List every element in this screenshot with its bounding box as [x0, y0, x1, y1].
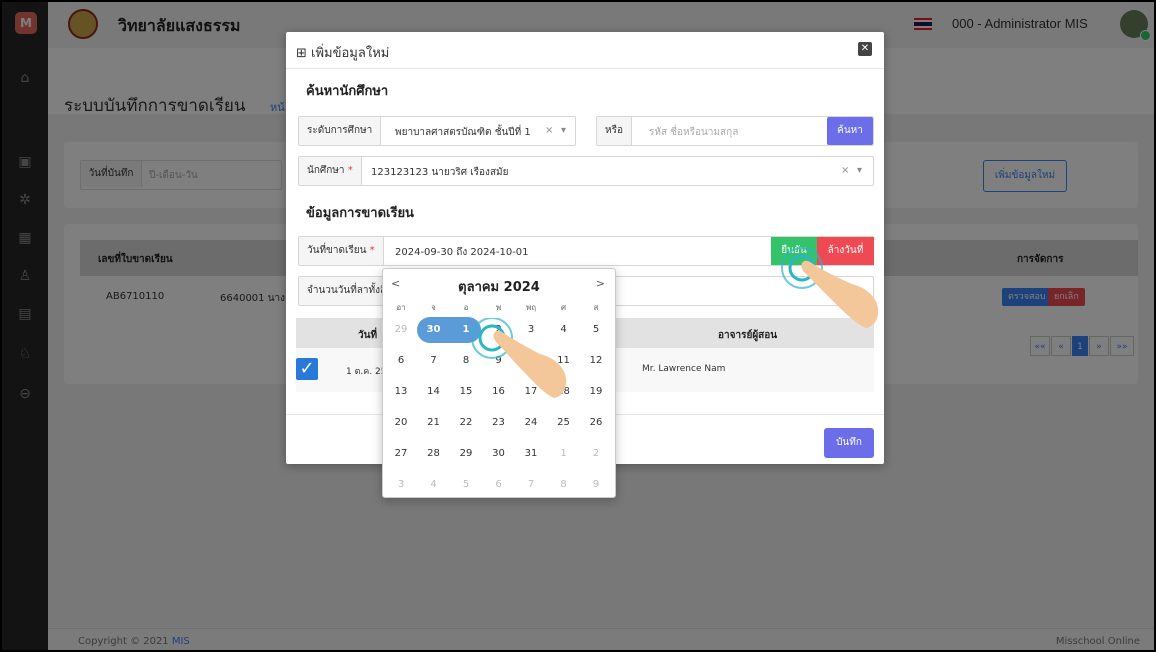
close-icon[interactable]: ✕: [858, 42, 872, 56]
search-student-title: ค้นหานักศึกษา: [306, 84, 389, 99]
calendar-weekday: ส: [593, 303, 599, 312]
row-teacher: Mr. Lawrence Nam: [642, 364, 726, 374]
calendar-day[interactable]: 14: [418, 379, 450, 405]
calendar-day[interactable]: 12: [580, 348, 612, 374]
calendar-day[interactable]: 7: [418, 348, 450, 374]
row-checkbox[interactable]: ✓: [296, 358, 318, 380]
education-level-select[interactable]: ระดับการศึกษา พยาบาลศาสตรบัณฑิต ชั้นปีที…: [298, 116, 576, 146]
calendar-day[interactable]: 26: [580, 410, 612, 436]
calendar-weekday: จ: [431, 303, 436, 312]
calendar-day[interactable]: 13: [385, 379, 417, 405]
calendar-weekday: ศ: [560, 303, 567, 312]
calendar-day[interactable]: 20: [385, 410, 417, 436]
col-date: วันที่: [358, 330, 378, 341]
calendar-day[interactable]: 4: [418, 472, 450, 498]
next-month-button[interactable]: >: [596, 277, 605, 290]
calendar-day[interactable]: 3: [385, 472, 417, 498]
calendar-day[interactable]: 5: [450, 472, 482, 498]
calendar-weekday: พ: [495, 303, 502, 312]
student-label: นักศึกษา *: [299, 157, 362, 185]
calendar-day[interactable]: 29: [450, 441, 482, 467]
clear-select-icon[interactable]: ×: [545, 125, 553, 136]
chevron-down-icon[interactable]: ▾: [857, 165, 862, 176]
calendar-day[interactable]: 19: [580, 379, 612, 405]
calendar-day[interactable]: 29: [385, 317, 417, 343]
absence-date-label-text: วันที่ขาดเรียน: [307, 245, 367, 256]
absence-info-title: ข้อมูลการขาดเรียน: [306, 206, 414, 221]
tap-hand-icon: [472, 318, 567, 398]
calendar-month-title: ตุลาคม 2024: [458, 280, 540, 295]
or-label: หรือ: [597, 117, 632, 145]
calendar-day[interactable]: 1: [548, 441, 580, 467]
required-marker: *: [369, 245, 375, 256]
calendar-day[interactable]: 7: [515, 472, 547, 498]
search-input[interactable]: รหัส ชื่อหรือนามสกุล: [649, 125, 738, 140]
calendar-day[interactable]: 9: [580, 472, 612, 498]
calendar-day[interactable]: 6: [483, 472, 515, 498]
calendar-weekday: อ: [463, 303, 469, 312]
tap-hand-icon: [781, 247, 879, 328]
student-label-text: นักศึกษา: [307, 165, 345, 176]
search-button[interactable]: ค้นหา: [827, 117, 873, 145]
absence-date-value: 2024-09-30 ถึง 2024-10-01: [395, 247, 529, 258]
row-date: 1 ต.ค. 25: [346, 367, 387, 377]
save-button[interactable]: บันทึก: [824, 428, 874, 458]
education-level-value: พยาบาลศาสตรบัณฑิต ชั้นปีที่ 1: [395, 127, 531, 138]
calendar-day[interactable]: 8: [548, 472, 580, 498]
calendar-day[interactable]: 27: [385, 441, 417, 467]
modal-title-text: เพิ่มข้อมูลใหม่: [311, 46, 390, 61]
calendar-day[interactable]: 6: [385, 348, 417, 374]
search-group: หรือ รหัส ชื่อหรือนามสกุล ค้นหา: [596, 116, 874, 146]
calendar-weekday: พฤ: [525, 303, 537, 312]
student-value: 123123123 นายวริศ เรืองสมัย: [371, 167, 509, 178]
clear-select-icon[interactable]: ×: [841, 165, 849, 176]
calendar-day[interactable]: 5: [580, 317, 612, 343]
student-select[interactable]: นักศึกษา * 123123123 นายวริศ เรืองสมัย ×…: [298, 156, 874, 186]
calendar-day[interactable]: 21: [418, 410, 450, 436]
col-teacher: อาจารย์ผู้สอน: [718, 330, 778, 341]
expand-icon: ⊞: [296, 46, 312, 61]
chevron-down-icon[interactable]: ▾: [561, 125, 566, 136]
calendar-day[interactable]: 2: [580, 441, 612, 467]
calendar-weekday: อา: [396, 303, 406, 312]
calendar-day[interactable]: 31: [515, 441, 547, 467]
total-days-label: จำนวนวันที่ลาทั้งสิ้: [299, 277, 396, 305]
required-marker: *: [347, 165, 353, 176]
app-frame: M ⌂ ▣ ✲ ▦ ♙ ▤ ♘ ⊖ วิทยาลัยแสงธรรม 000 - …: [0, 0, 1156, 652]
calendar-day[interactable]: 30: [483, 441, 515, 467]
calendar-day[interactable]: 30: [418, 317, 450, 343]
modal-title: ⊞ เพิ่มข้อมูลใหม่: [296, 42, 389, 63]
absence-date-label: วันที่ขาดเรียน *: [299, 237, 384, 265]
education-level-label: ระดับการศึกษา: [299, 117, 382, 145]
modal-header: ⊞ เพิ่มข้อมูลใหม่ ✕: [286, 32, 884, 69]
calendar-day[interactable]: 28: [418, 441, 450, 467]
